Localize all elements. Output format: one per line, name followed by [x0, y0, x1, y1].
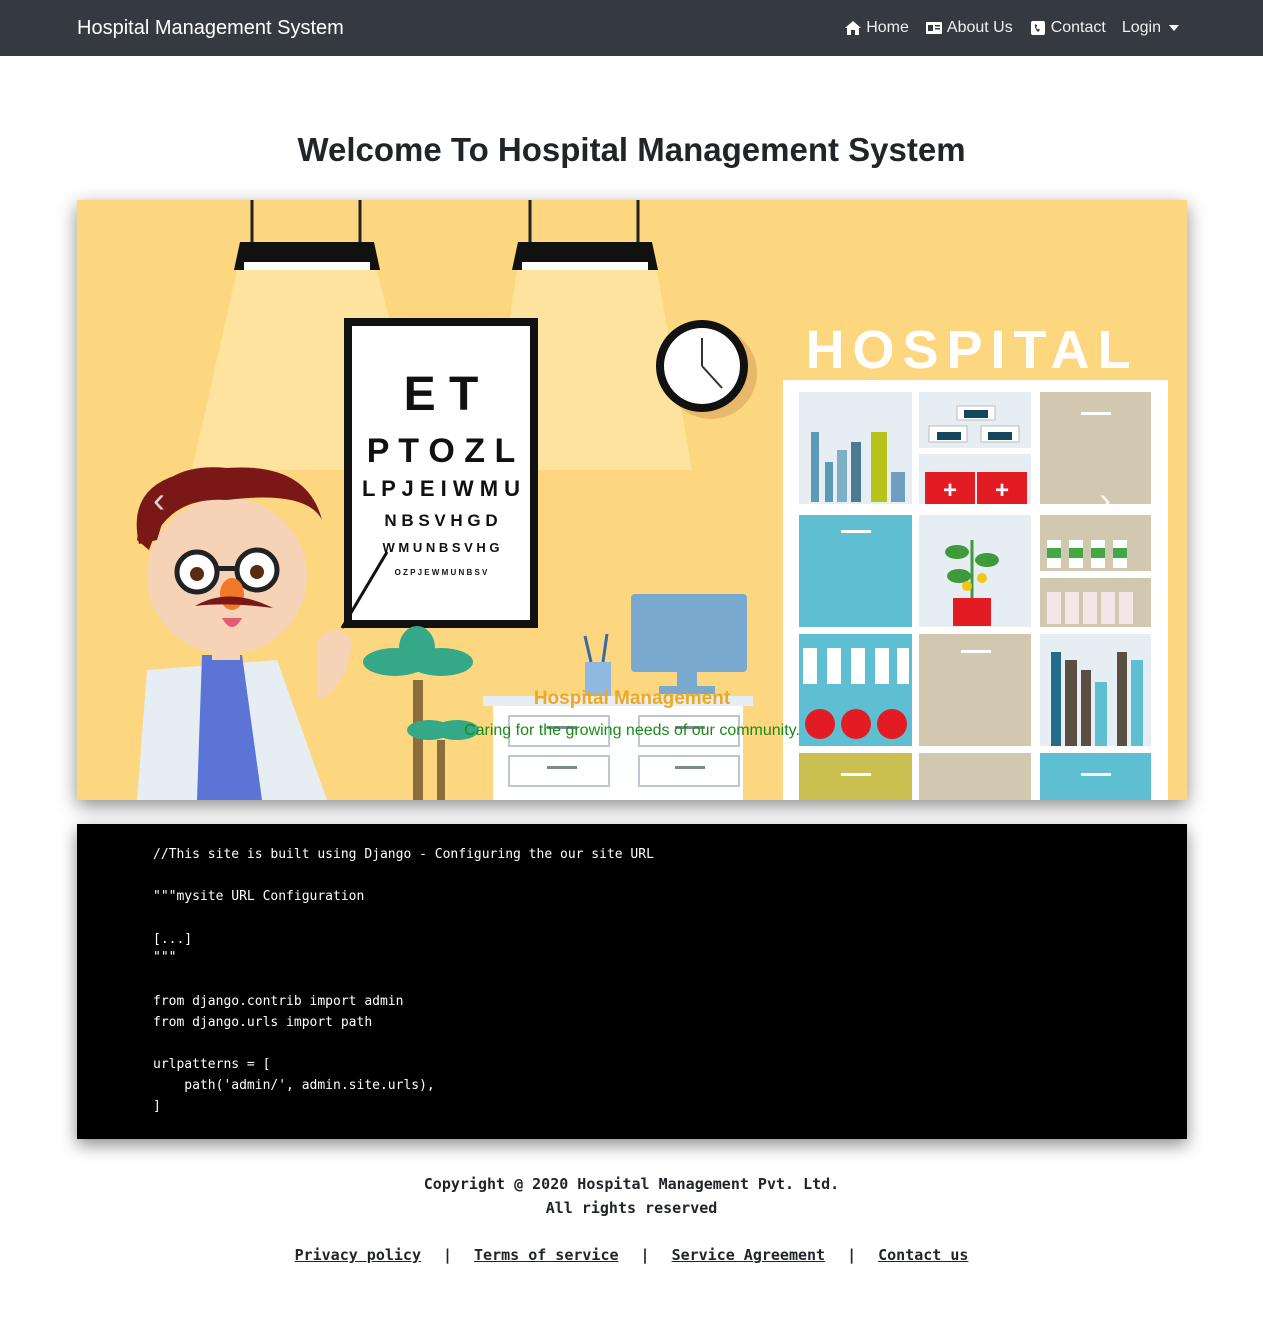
- link-separator: |: [443, 1246, 453, 1264]
- nav-item-label: Home: [866, 19, 909, 36]
- footer-links: Privacy policy | Terms of service | Serv…: [0, 1244, 1263, 1266]
- code-line: //This site is built using Django - Conf…: [153, 847, 654, 862]
- id-card-icon: [925, 22, 942, 34]
- eye-chart-row: W M U N B S V H G: [383, 540, 500, 555]
- code-line: path('admin/', admin.site.urls),: [153, 1078, 435, 1093]
- code-line: from django.contrib import admin: [153, 994, 404, 1009]
- svg-text:+: +: [995, 477, 1009, 504]
- terms-of-service-link[interactable]: Terms of service: [474, 1244, 619, 1266]
- copyright-line: All rights reserved: [545, 1199, 718, 1217]
- code-line: from django.urls import path: [153, 1015, 373, 1030]
- contact-us-link[interactable]: Contact us: [878, 1244, 968, 1266]
- navbar: Hospital Management System Home About Us…: [0, 0, 1263, 56]
- eye-chart-row: O Z P J E W M U N B S V: [395, 568, 488, 577]
- eye-chart-row: E T: [404, 368, 479, 421]
- nav-item-label: Contact: [1050, 19, 1106, 36]
- code-line: urlpatterns = [: [153, 1057, 271, 1072]
- nav-item-label: About Us: [946, 19, 1013, 36]
- hospital-sign: HOSPITAL: [806, 320, 1139, 380]
- page-title: Welcome To Hospital Management System: [297, 131, 966, 168]
- carousel-caption-text: Caring for the growing needs of our comm…: [464, 722, 800, 739]
- nav-item-contact[interactable]: Contact: [1029, 16, 1106, 40]
- link-separator: |: [847, 1246, 857, 1264]
- carousel-prev-button[interactable]: ‹: [139, 480, 179, 520]
- carousel-caption-title: Hospital Management: [533, 688, 731, 709]
- navbar-brand[interactable]: Hospital Management System: [77, 15, 344, 41]
- code-block: //This site is built using Django - Conf…: [77, 824, 1187, 1139]
- svg-text:+: +: [943, 477, 957, 504]
- phone-icon: [1030, 21, 1045, 35]
- privacy-policy-link[interactable]: Privacy policy: [295, 1244, 421, 1266]
- nav-item-about[interactable]: About Us: [925, 16, 1013, 40]
- link-separator: |: [640, 1246, 650, 1264]
- carousel-next-button[interactable]: ›: [1085, 480, 1125, 520]
- code-line: """: [153, 950, 177, 965]
- eye-chart-row: L P J E I W M U: [362, 476, 520, 501]
- nav-item-home[interactable]: Home: [844, 16, 909, 40]
- copyright-line: Copyright @ 2020 Hospital Management Pvt…: [423, 1175, 840, 1193]
- hospital-illustration: E T P T O Z L L P J E I W M U N B S V H …: [77, 200, 1187, 800]
- service-agreement-link[interactable]: Service Agreement: [672, 1244, 826, 1266]
- nav-item-login[interactable]: Login: [1122, 16, 1179, 40]
- nav-item-label: Login: [1121, 19, 1161, 36]
- caret-down-icon: [1169, 25, 1179, 31]
- copyright: Copyright @ 2020 Hospital Management Pvt…: [0, 1172, 1263, 1220]
- eye-chart-row: P T O Z L: [367, 432, 516, 470]
- eye-chart-row: N B S V H G D: [384, 511, 497, 530]
- home-icon: [845, 21, 862, 35]
- nav-menu: Home About Us Contact Login: [844, 16, 1179, 40]
- code-line: ]: [153, 1099, 161, 1114]
- code-line: """mysite URL Configuration: [153, 889, 365, 904]
- hero-carousel: E T P T O Z L L P J E I W M U N B S V H …: [77, 200, 1187, 800]
- code-line: [...]: [153, 932, 193, 947]
